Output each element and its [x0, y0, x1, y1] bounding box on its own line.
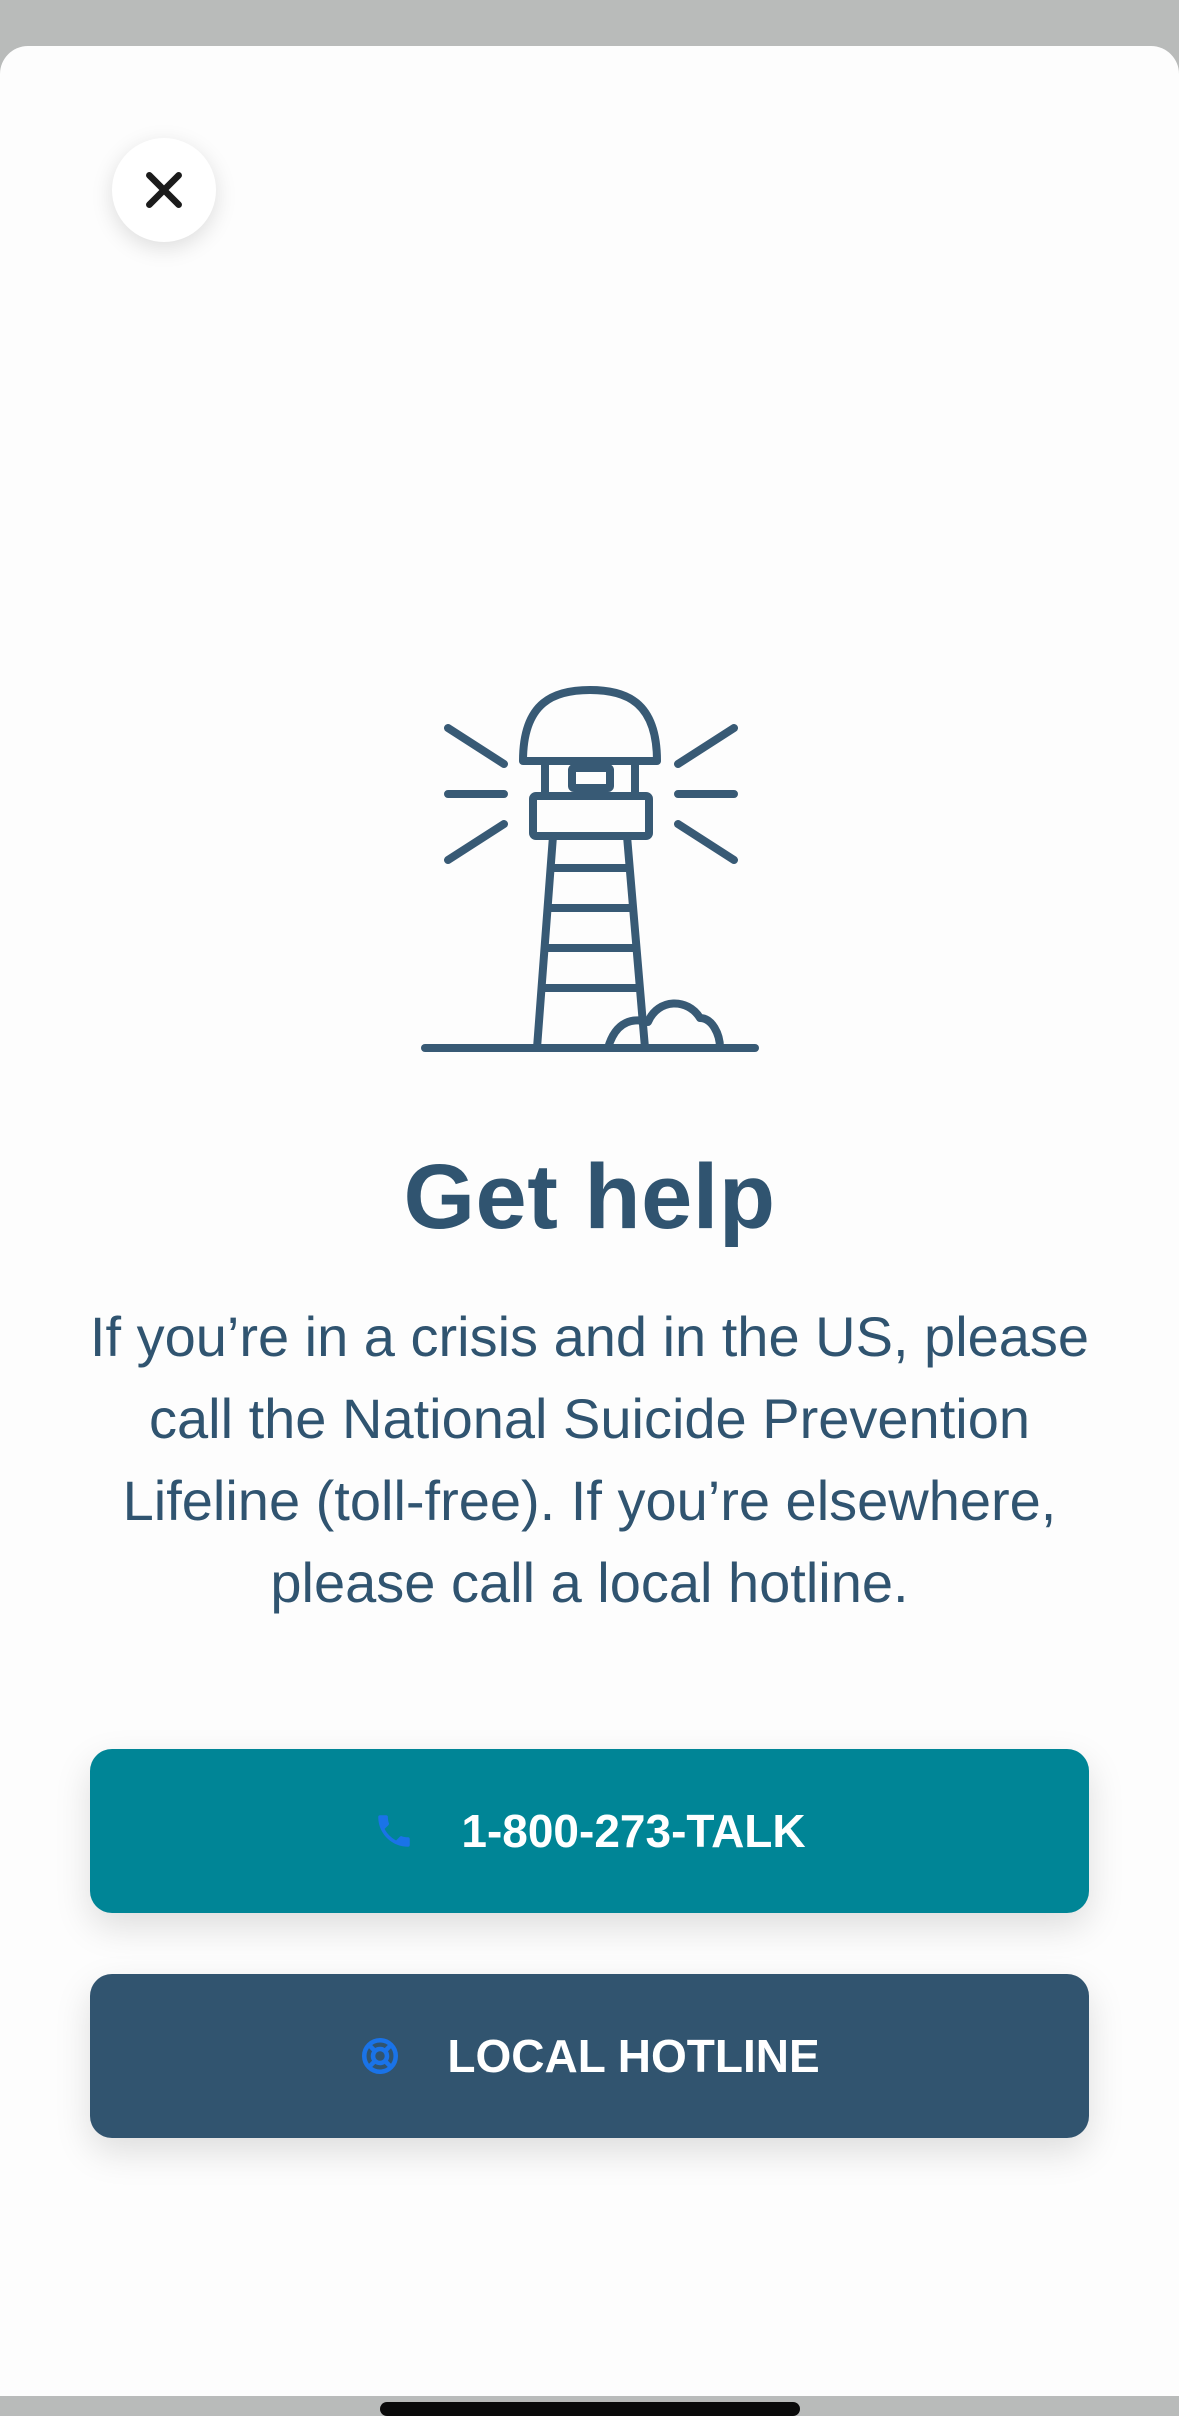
help-description: If you’re in a crisis and in the US, ple… — [89, 1305, 1090, 1614]
lifebuoy-icon — [359, 2035, 401, 2077]
home-indicator[interactable] — [380, 2402, 800, 2416]
page-title: Get help — [403, 1146, 776, 1248]
call-lifeline-button[interactable]: 1-800-273-TALK — [90, 1749, 1089, 1913]
call-lifeline-label: 1-800-273-TALK — [461, 1805, 806, 1857]
close-icon — [146, 172, 182, 208]
local-hotline-button[interactable]: LOCAL HOTLINE — [90, 1974, 1089, 2138]
local-hotline-label: LOCAL HOTLINE — [447, 2030, 820, 2082]
close-button[interactable] — [112, 138, 216, 242]
lighthouse-icon — [421, 686, 759, 1052]
phone-icon — [373, 1810, 415, 1852]
help-sheet: Get help If you’re in a crisis and in th… — [0, 46, 1179, 2416]
